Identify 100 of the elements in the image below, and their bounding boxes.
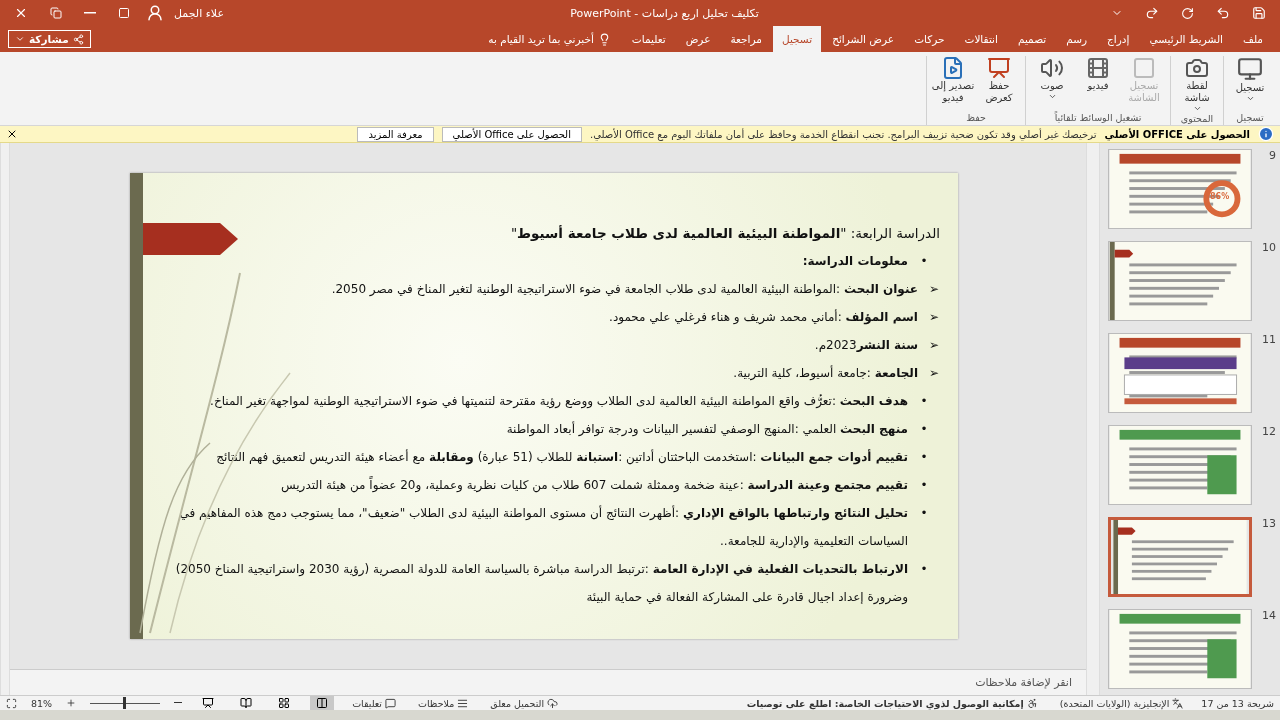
ribbon-tab[interactable]: الشريط الرئيسي: [1140, 26, 1232, 53]
zoom-in-icon: [66, 698, 77, 709]
bullet-text: منهج البحث العلمي :المنهج الوصفي لتفسير البيانات ودرجة توافر أبعاد المواطنة: [506, 420, 908, 439]
normal-view-icon: [316, 697, 329, 710]
bullet-dot: •: [919, 421, 929, 439]
bullet-dot: •: [919, 449, 929, 467]
notes-field[interactable]: انقر لإضافة ملاحظات: [10, 669, 1086, 696]
accessibility-button[interactable]: إمكانية الوصول لذوي الاحتياجات الخاصة: اطلع على توصيات: [742, 697, 1042, 709]
ribbon-tab[interactable]: مراجعة: [721, 26, 771, 53]
grid-icon: [278, 697, 291, 710]
slide-thumbnail[interactable]: [1108, 425, 1252, 506]
slide-number: 11: [1261, 333, 1276, 347]
redo-icon: [1145, 6, 1159, 21]
slide-number: 13: [1261, 517, 1276, 531]
slide-title: الدراسة الرابعة: "المواطنة البيئية العالمية لدى طلاب جامعة أسيوط": [509, 225, 940, 242]
view-button[interactable]: [310, 696, 335, 711]
slide-number: 12: [1261, 425, 1276, 439]
monitor-icon: [1237, 56, 1263, 83]
info-button[interactable]: الحصول على Office الأصلي: [441, 126, 582, 142]
fit-icon: [6, 697, 17, 709]
bullet-dot: •: [919, 253, 929, 271]
ribbon-tab[interactable]: رسم: [1057, 26, 1097, 53]
ribbon-tab[interactable]: تصميم: [1008, 26, 1056, 53]
bullet-text: عنوان البحث :المواطنة البيئية العالمية لدى طلاب الجامعة في ضوء الاستراتيجية الوطنية لتغير المناخ في مصر 2050.: [331, 281, 918, 299]
bullet-text: معلومات الدراسة:: [802, 253, 908, 271]
ribbon-tab[interactable]: إدراج: [1098, 26, 1139, 53]
percent-label: 86%: [1210, 192, 1230, 202]
bullet-text: هدف البحث :تعرُّف واقع المواطنة البيئية العالمية لدى الطلاب ووضع رؤية مقترحة لتنميتها في ضوء الاستراتيجية الوطنية لمواجهة تغير المناخ.: [210, 393, 908, 411]
upload-icon: [547, 697, 559, 709]
scrollbar[interactable]: [1086, 143, 1100, 696]
undo-icon: [1216, 6, 1230, 21]
ribbon-tab[interactable]: عرض الشرائح: [823, 26, 904, 53]
group-label: تسجيل: [1236, 112, 1264, 126]
arrow-bullet: ➢: [928, 309, 940, 327]
ribbon-button[interactable]: حفظ كعرض: [977, 56, 1021, 113]
info-message: ترخيصك غير أصلي وقد تكون ضحية تزييف البرامج. تجنب انقطاع الخدمة وحافظ على أمان ملفاتك اليوم مع Office الأصلي.: [589, 128, 1097, 140]
bullet-text: الجامعة :جامعة أسيوط، كلية التربية.: [733, 364, 918, 383]
user-name: علاء الجمل: [174, 6, 224, 20]
zoom-level: 81%: [31, 697, 53, 709]
ribbon-button[interactable]: لقطة شاشة: [1175, 56, 1219, 114]
slide-thumbnail[interactable]: 86%: [1108, 149, 1252, 230]
avatar-icon: [146, 4, 164, 23]
restore-icon: [50, 7, 62, 20]
bullet-dot: •: [919, 505, 929, 523]
window-title: تكليف تحليل اربع دراسات - PowerPoint: [569, 6, 760, 20]
ribbon-button[interactable]: تسجيل: [1228, 56, 1272, 113]
accessibility-icon: [1026, 697, 1038, 709]
slide-thumbnail[interactable]: [1108, 609, 1252, 690]
notes-button[interactable]: ملاحظات: [414, 697, 473, 709]
info-button[interactable]: معرفة المزيد: [357, 126, 434, 142]
ribbon-tab[interactable]: عرض: [676, 26, 720, 53]
bullet-text: تقييم مجتمع وعينة الدراسة :عينة ضخمة وممثلة شملت 607 طلاب من كليات نظرية وعملية، و20 عضواً من هيئة التدريس: [280, 475, 908, 495]
group-label: تشغيل الوسائط تلقائياً: [1054, 112, 1142, 126]
slide-number: 9: [1268, 149, 1276, 163]
ribbon-button[interactable]: فيديو: [1076, 56, 1120, 113]
video-file-icon: [941, 56, 965, 81]
slide-thumbnail[interactable]: [1108, 517, 1252, 598]
slide-thumbnail[interactable]: [1108, 333, 1252, 414]
film-icon: [1086, 56, 1110, 81]
ribbon-button[interactable]: تصدير إلى فيديو: [931, 56, 975, 113]
bullet-dot: •: [919, 477, 929, 495]
slide-counter: شريحة 13 من 17: [1201, 697, 1274, 709]
slide-number: 14: [1261, 609, 1276, 623]
zoom-thumb[interactable]: [123, 697, 127, 710]
bullet-text: اسم المؤلف :أماني محمد شريف و هناء فرغلي علي محمود.: [609, 308, 918, 327]
ribbon-tab[interactable]: انتقالات: [955, 26, 1007, 53]
share-button[interactable]: مشاركة: [8, 30, 91, 49]
comments-button[interactable]: تعليقات: [348, 697, 400, 709]
arrow-bullet: ➢: [928, 281, 940, 299]
info-title: الحصول على OFFICE الأصلي: [1104, 128, 1250, 140]
ribbon-tab[interactable]: حركات: [905, 26, 954, 53]
notes-icon: [457, 697, 469, 709]
bullet-dot: •: [919, 561, 929, 579]
screen-icon: [1132, 56, 1156, 81]
zoom-out-icon[interactable]: [174, 702, 183, 705]
group-label: حفظ: [966, 112, 986, 126]
comment-icon: [385, 697, 396, 709]
scrollbar[interactable]: [0, 143, 10, 696]
ribbon-tab[interactable]: تسجيل: [772, 26, 822, 53]
save-icon: [1252, 6, 1266, 21]
bullet-text: تحليل النتائج وارتباطها بالواقع الإداري :أظهرت النتائج أن مستوى المواطنة البيئية لدى الطلاب "ضعيف"، مما يستوجب دمج هذه المفاهيم في السياسات التعليمية والإدارية للجامعة..: [178, 504, 908, 551]
language-icon: [1172, 697, 1184, 709]
upload-status[interactable]: التحميل معلق: [486, 697, 563, 709]
bullet-text: تقييم أدوات جمع البيانات :استخدمت الباحثتان أداتين :استبانة للطلاب (51 عبارة) ومقابلة مع أعضاء هيئة التدريس لتعميق فهم النتائج: [216, 448, 908, 467]
bullet-text: الارتباط بالتحديات الفعلية في الإدارة العامة :ترتبط الدراسة مباشرة بالسياسة العامة للدولة المصرية (رؤية 2030 واستراتيجية المناخ 2050) وضرورة إعداد اجيال قادرة على المشاركة الفعالة في حماية البيئة: [174, 561, 908, 607]
slideshow-icon: [202, 697, 215, 710]
tell-me-field[interactable]: أخبرني بما تريد القيام به: [478, 26, 621, 53]
presentation-icon: [987, 56, 1011, 81]
arrow-bullet: ➢: [928, 365, 940, 383]
bullet-dot: •: [919, 393, 929, 411]
repeat-icon: [1181, 6, 1194, 20]
ribbon-tab[interactable]: ملف: [1234, 26, 1272, 53]
slide-number: 10: [1261, 241, 1276, 255]
book-icon: [240, 697, 253, 710]
language-button[interactable]: الإنجليزية (الولايات المتحدة): [1055, 697, 1188, 709]
group-label: المحتوى: [1180, 113, 1214, 127]
window-icon: [118, 7, 130, 20]
share-icon: [72, 33, 84, 45]
arrow-bullet: ➢: [928, 337, 940, 355]
ribbon-tab[interactable]: تعليمات: [622, 26, 675, 53]
